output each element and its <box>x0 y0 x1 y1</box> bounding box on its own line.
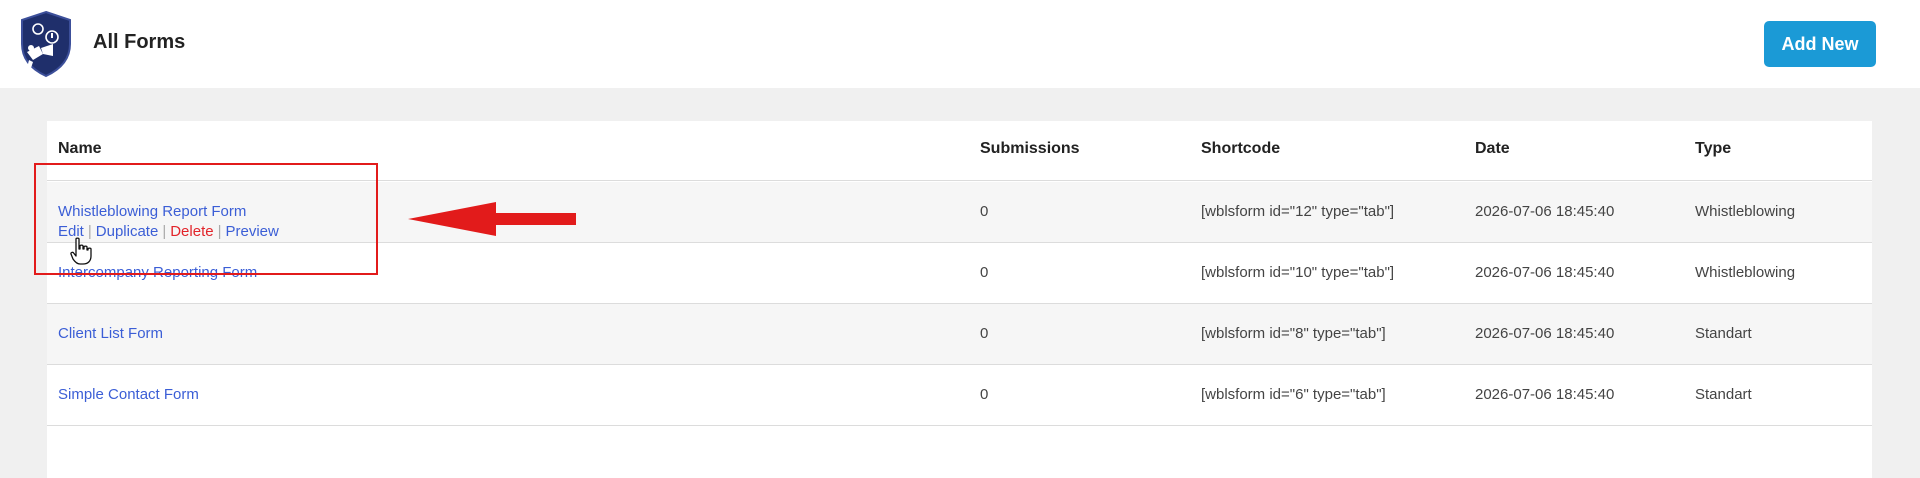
date-cell: 2026-07-06 18:45:40 <box>1475 203 1615 220</box>
column-header-type[interactable]: Type <box>1695 140 1731 158</box>
date-cell: 2026-07-06 18:45:40 <box>1475 325 1615 342</box>
type-cell: Standart <box>1695 386 1752 403</box>
page-title: All Forms <box>93 31 186 53</box>
column-header-shortcode: Shortcode <box>1201 140 1281 157</box>
type-cell: Standart <box>1695 325 1752 342</box>
column-header-date[interactable]: Date <box>1475 140 1510 158</box>
shortcode-cell: [wblsform id="10" type="tab"] <box>1201 264 1395 281</box>
hand-pointer-cursor-icon <box>70 237 92 265</box>
submissions-count: 0 <box>980 325 989 342</box>
shield-logo-icon <box>21 10 71 78</box>
annotation-arrow-icon <box>408 202 576 236</box>
shortcode-cell: [wblsform id="6" type="tab"] <box>1201 386 1386 403</box>
table-row: Client List Form 0 [wblsform id="8" type… <box>47 304 1872 365</box>
form-name-link[interactable]: Simple Contact Form <box>58 386 199 403</box>
table-row: Simple Contact Form 0 [wblsform id="6" t… <box>47 365 1872 426</box>
form-name-link[interactable]: Client List Form <box>58 325 163 342</box>
shortcode-cell: [wblsform id="8" type="tab"] <box>1201 325 1386 342</box>
top-bar: All Forms Add New <box>0 0 1920 88</box>
date-cell: 2026-07-06 18:45:40 <box>1475 264 1615 281</box>
type-cell: Whistleblowing <box>1695 203 1796 220</box>
shortcode-cell: [wblsform id="12" type="tab"] <box>1201 203 1395 220</box>
submissions-count: 0 <box>980 203 989 220</box>
column-header-name[interactable]: Name <box>58 140 102 158</box>
submissions-count: 0 <box>980 264 989 281</box>
date-cell: 2026-07-06 18:45:40 <box>1475 386 1615 403</box>
column-header-submissions[interactable]: Submissions <box>980 140 1080 158</box>
type-cell: Whistleblowing <box>1695 264 1796 281</box>
submissions-count: 0 <box>980 386 989 403</box>
add-new-button[interactable]: Add New <box>1764 21 1876 67</box>
